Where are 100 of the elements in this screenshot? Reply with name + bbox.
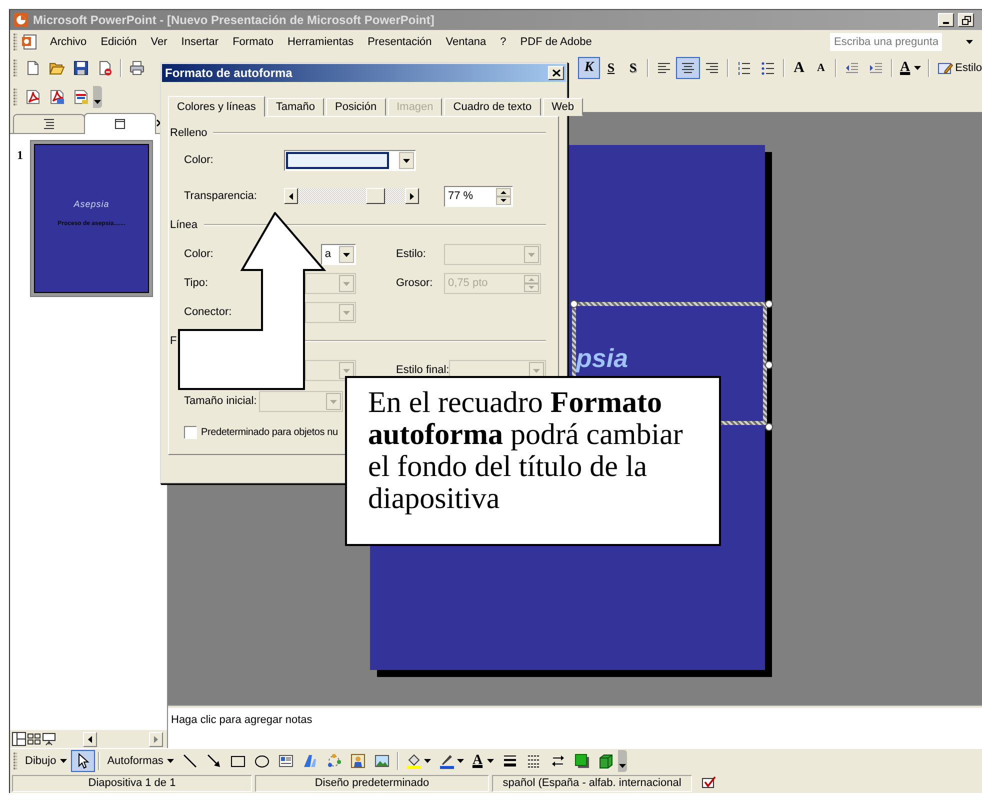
spin-field[interactable]: 77 % [444, 186, 513, 206]
align-center-icon [680, 60, 696, 76]
pdf-document-icon [73, 89, 89, 105]
scroll-left-button[interactable] [83, 732, 97, 746]
dropdown-arrow-icon [486, 759, 494, 763]
font-color-button[interactable]: A [896, 57, 926, 79]
menu-item[interactable]: Presentación [362, 34, 437, 50]
dropdown-arrow-icon [457, 759, 464, 763]
ring-diagram-icon [326, 753, 342, 769]
left-arrow-icon [289, 192, 293, 200]
checkbox[interactable] [184, 426, 197, 438]
double-arrow-icon [550, 753, 566, 769]
field-label: Transparencia: [184, 190, 258, 202]
underline-button[interactable]: S [600, 57, 622, 79]
brush-icon [439, 753, 456, 769]
scroll-left-button[interactable] [284, 188, 298, 204]
checkbox-label[interactable]: Predeterminado para objetos nu [201, 426, 338, 438]
slideshow-icon[interactable] [42, 732, 56, 746]
font-color-button[interactable]: A [468, 750, 498, 772]
menu-button[interactable]: Autoformas [103, 750, 178, 772]
dropdown-arrow-icon [914, 66, 922, 70]
field-label: Tamaño inicial: [184, 395, 258, 407]
dialog-tab[interactable]: Colores y líneas [168, 96, 265, 117]
slider-thumb[interactable] [366, 188, 385, 204]
decrease-indent-icon [844, 60, 860, 76]
resize-handle[interactable] [765, 300, 773, 308]
menu-button[interactable]: Dibujo [21, 750, 72, 772]
text-box-icon [278, 753, 294, 769]
arrow-icon [206, 753, 222, 769]
field-label: Tipo: [184, 277, 210, 289]
slide-icon [112, 116, 128, 132]
align-center-button[interactable] [676, 57, 700, 79]
spinner-button[interactable] [496, 188, 511, 204]
line-icon [182, 753, 198, 769]
toolbar-grip[interactable] [13, 752, 17, 770]
toolbar-options-button[interactable] [618, 750, 627, 772]
dropdown-arrow-icon [167, 759, 174, 763]
dropdown-arrow-icon[interactable] [966, 40, 973, 44]
app-icon[interactable] [13, 12, 29, 28]
restore-button[interactable] [958, 13, 974, 27]
notes-hint[interactable]: Haga clic para agregar notas [171, 714, 312, 726]
status-text: spañol (España - alfab. internacional [492, 774, 692, 792]
restore-icon [962, 16, 970, 24]
select-button[interactable] [71, 750, 96, 772]
menu-item[interactable]: Ventana [440, 34, 492, 50]
section-heading: Relleno [170, 127, 208, 139]
toolbar-options-button[interactable] [93, 86, 102, 108]
dialog-tab[interactable]: Posición [326, 98, 386, 116]
dropdown-field[interactable] [284, 150, 416, 170]
spell-check-icon[interactable] [701, 776, 717, 790]
slides-tab[interactable] [84, 113, 156, 134]
italic-button[interactable]: K [578, 57, 600, 79]
paint-bucket-icon [406, 753, 422, 769]
menu-item[interactable]: Edición [96, 34, 142, 50]
outline-tab[interactable] [13, 114, 85, 133]
oval-icon [254, 753, 270, 769]
toolbar-grip[interactable] [13, 59, 17, 77]
close-button[interactable] [548, 66, 564, 80]
resize-handle[interactable] [765, 361, 773, 369]
menu-item[interactable]: Ver [146, 34, 172, 50]
menu-item[interactable]: PDF de Adobe [515, 34, 597, 50]
menu-item[interactable]: Formato [228, 34, 279, 50]
section-heading: Línea [170, 219, 198, 231]
style-button[interactable]: Estilo [933, 57, 982, 79]
dialog-tab[interactable]: Web [542, 98, 583, 116]
resize-handle[interactable] [570, 300, 578, 308]
menu-item[interactable]: ? [495, 34, 512, 50]
menu-item[interactable]: Herramientas [282, 34, 359, 50]
grow-font-button[interactable]: A [788, 57, 810, 79]
scroll-right-button[interactable] [405, 188, 419, 204]
section-heading: F [170, 335, 177, 347]
menu-item[interactable]: Insertar [176, 34, 224, 50]
shrink-font-button[interactable]: A [810, 57, 832, 79]
shadow-box-icon [574, 753, 590, 769]
menu-item[interactable]: Archivo [45, 34, 92, 50]
field-label: Estilo final: [396, 364, 450, 376]
bulleted-list-icon [760, 60, 776, 76]
minimize-button[interactable] [938, 13, 954, 27]
dropdown-arrow-icon [60, 759, 68, 763]
framed-figure-icon [350, 753, 366, 769]
callout-tooltip: En el recuadro Formato autoforma podrá cambiar el fondo del título de la diapositiva [345, 376, 721, 546]
field-label: Estilo: [396, 248, 427, 260]
dropdown-button[interactable] [399, 152, 414, 168]
pdf-document-icon [25, 89, 41, 105]
text-shadow-button[interactable]: S [622, 57, 644, 79]
resize-handle[interactable] [765, 423, 773, 431]
folder-icon [49, 60, 65, 76]
dropdown-button[interactable] [339, 246, 354, 262]
document-menu-icon[interactable] [21, 33, 39, 51]
normal-view-icon[interactable] [12, 732, 26, 746]
slide-sorter-icon[interactable] [27, 732, 41, 746]
align-right-icon [704, 60, 720, 76]
pencil-document-icon [937, 60, 954, 76]
dropdown-field[interactable]: a [321, 244, 356, 264]
dropdown-arrow-icon [424, 759, 432, 763]
dropdown-arrow-icon [94, 100, 101, 104]
dialog-tab[interactable]: Tamaño [266, 98, 324, 116]
dialog-tab[interactable]: Cuadro de texto [444, 98, 541, 116]
toolbar-grip[interactable] [13, 88, 17, 106]
tilted-shape-icon [302, 753, 318, 769]
